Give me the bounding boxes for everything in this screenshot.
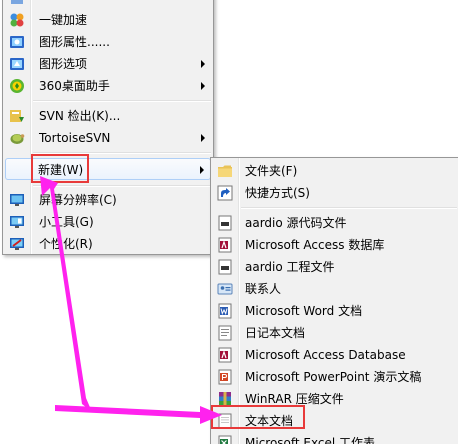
highlight-box-new (31, 154, 89, 183)
menu-item-personalize[interactable]: 个性化(R) (5, 233, 211, 255)
submenu-item-label: Microsoft Access 数据库 (245, 238, 385, 252)
menu-item-label: 屏幕分辨率(C) (39, 193, 117, 207)
powerpoint-icon (218, 369, 232, 385)
screen-resolution-icon (10, 194, 24, 206)
submenu-item-label: aardio 源代码文件 (245, 216, 347, 230)
submenu-item-label: Microsoft Word 文档 (245, 304, 363, 318)
menu-item-label: 一键加速 (39, 13, 88, 27)
menu-item-tortoisesvn[interactable]: TortoiseSVN (5, 127, 211, 149)
aardio-file-icon (218, 215, 232, 231)
submenu-item-label: Microsoft Access Database (245, 348, 406, 362)
menu-item-label: 图形属性...... (39, 35, 110, 49)
gadgets-icon (10, 216, 24, 228)
contact-icon (217, 283, 233, 295)
menu-item-graphics-properties[interactable]: 图形属性...... (5, 31, 211, 53)
submenu-item-access-database[interactable]: Microsoft Access Database (213, 344, 457, 366)
menu-item-360-desktop[interactable]: 360桌面助手 (5, 75, 211, 97)
menu-item-svn-checkout[interactable]: SVN 检出(K)... (5, 105, 211, 127)
submenu-item-label: Microsoft Excel 工作表 (245, 436, 376, 444)
journal-icon (218, 325, 232, 341)
menu-item-gadgets[interactable]: 小工具(G) (5, 211, 211, 233)
submenu-item-contact[interactable]: 联系人 (213, 278, 457, 300)
submenu-item-label: Microsoft PowerPoint 演示文稿 (245, 370, 422, 384)
access-database-icon (218, 347, 232, 363)
graphics-options-icon (10, 58, 24, 70)
submenu-item-label: aardio 工程文件 (245, 260, 335, 274)
folder-icon (218, 165, 232, 177)
access-database-icon (218, 237, 232, 253)
submenu-item-label: 日记本文档 (245, 326, 306, 340)
submenu-item-powerpoint[interactable]: Microsoft PowerPoint 演示文稿 (213, 366, 457, 388)
submenu-item-label: 文件夹(F) (245, 164, 298, 178)
screenshot-stage: 一键加速 图形属性...... 图形选项 360桌面助手 SVN 检出(K)..… (0, 0, 458, 444)
menu-item-speedup[interactable]: 一键加速 (5, 9, 211, 31)
submenu-item-aardio-project[interactable]: aardio 工程文件 (213, 256, 457, 278)
menu-item-label: 360桌面助手 (39, 79, 110, 93)
speedup-icon (10, 13, 24, 27)
menu-item-label: TortoiseSVN (39, 131, 111, 145)
shortcut-icon (217, 185, 233, 201)
submenu-item-label: 联系人 (245, 282, 282, 296)
graphics-properties-icon (10, 36, 24, 48)
menu-item-cut-off (5, 0, 211, 9)
unknown-icon (11, 0, 23, 4)
menu-item-label: SVN 检出(K)... (39, 109, 121, 123)
menu-separator (241, 207, 457, 209)
submenu-item-aardio-source[interactable]: aardio 源代码文件 (213, 212, 457, 234)
tortoisesvn-icon (10, 134, 25, 144)
desktop-context-menu: 一键加速 图形属性...... 图形选项 360桌面助手 SVN 检出(K)..… (2, 0, 214, 255)
menu-item-graphics-options[interactable]: 图形选项 (5, 53, 211, 75)
aardio-project-icon (218, 259, 232, 275)
menu-item-screen-resolution[interactable]: 屏幕分辨率(C) (5, 189, 211, 211)
svn-checkout-icon (10, 110, 24, 122)
submenu-item-excel[interactable]: Microsoft Excel 工作表 (213, 432, 457, 444)
submenu-arrow-icon (201, 134, 205, 142)
submenu-item-label: 快捷方式(S) (245, 186, 310, 200)
arrow-to-text-document (55, 405, 222, 424)
menu-item-label: 个性化(R) (39, 237, 93, 251)
submenu-item-word[interactable]: Microsoft Word 文档 (213, 300, 457, 322)
menu-item-label: 图形选项 (39, 57, 88, 71)
submenu-arrow-icon (201, 60, 205, 68)
submenu-item-shortcut[interactable]: 快捷方式(S) (213, 182, 457, 204)
excel-worksheet-icon (218, 435, 232, 444)
submenu-item-journal[interactable]: 日记本文档 (213, 322, 457, 344)
menu-separator (33, 100, 211, 102)
word-document-icon (218, 303, 232, 319)
submenu-arrow-icon (200, 166, 204, 174)
submenu-item-access-db[interactable]: Microsoft Access 数据库 (213, 234, 457, 256)
menu-separator (33, 185, 211, 187)
submenu-item-folder[interactable]: 文件夹(F) (213, 160, 457, 182)
submenu-arrow-icon (201, 82, 205, 90)
360-assistant-icon (10, 79, 24, 93)
menu-item-label: 小工具(G) (39, 215, 94, 229)
highlight-box-text-document (211, 405, 305, 429)
new-submenu: 文件夹(F) 快捷方式(S) aardio 源代码文件 Microsoft Ac… (210, 157, 458, 444)
personalize-icon (10, 238, 24, 250)
